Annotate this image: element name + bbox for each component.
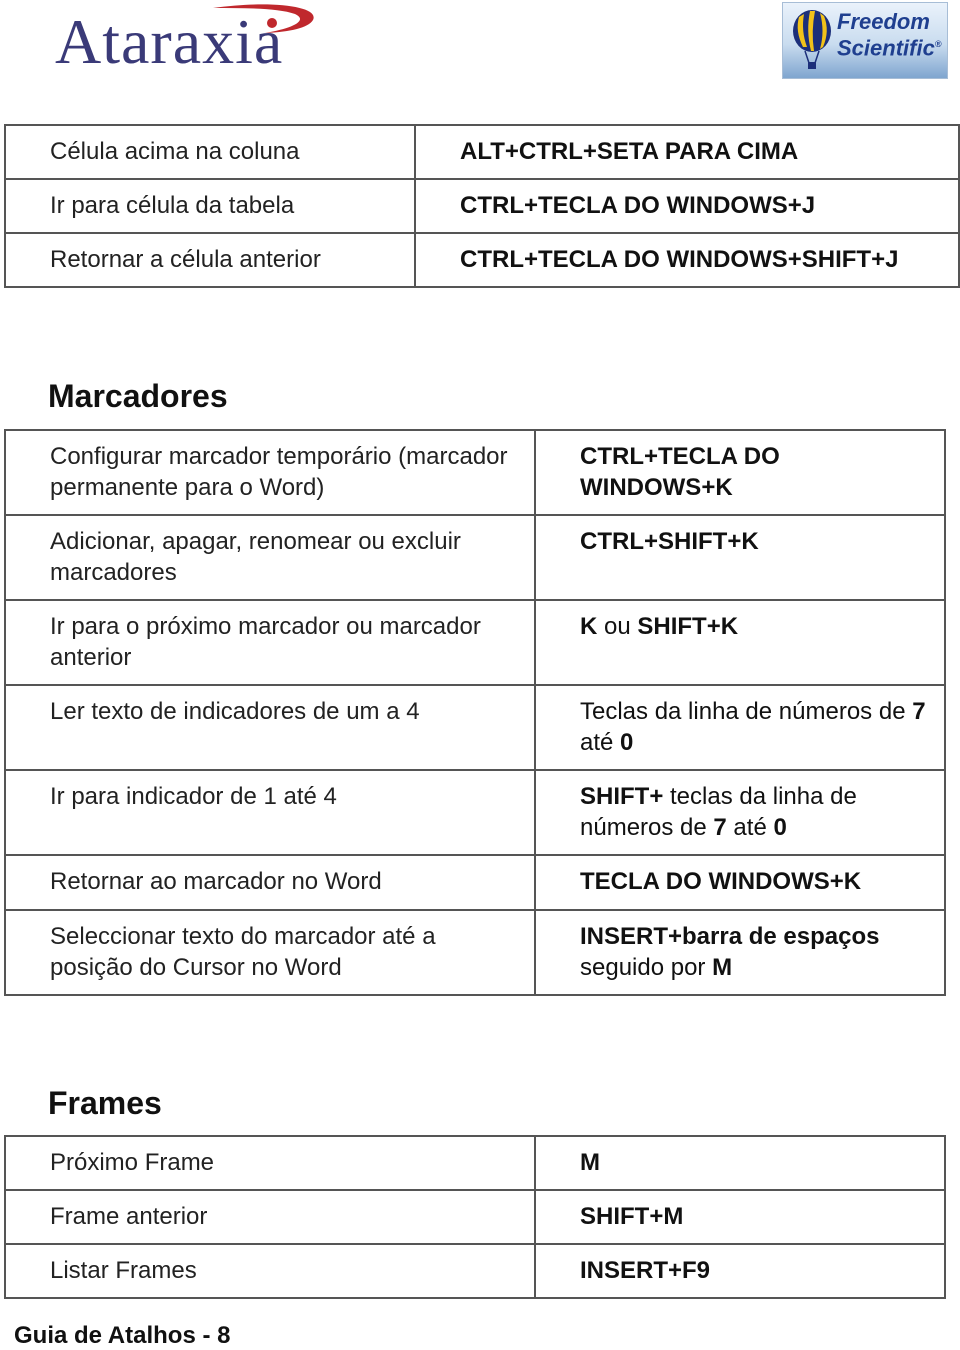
shortcut-keys: TECLA DO WINDOWS+K [534,854,946,911]
table-frames-shortcuts: Próximo Frame M Frame anterior SHIFT+M Lista… [4,1135,946,1299]
table-row: Frame anterior SHIFT+M [4,1189,946,1245]
table-row: Ir para célula da tabela CTRL+TECLA DO WI… [4,178,960,234]
table-navigation-shortcuts: Célula acima na coluna ALT+CTRL+SETA PARA… [4,124,960,288]
key-combo: CTRL+TECLA DO WINDOWS+J [460,192,816,219]
table-row: Ler texto de indicadores de um a 4 Teclas… [4,684,946,771]
page-footer: Guia de Atalhos - 8 [14,1322,231,1349]
key-combo: 0 [620,729,634,756]
key-combo: 7 [912,698,926,725]
table-row: Célula acima na coluna ALT+CTRL+SETA PARA… [4,124,960,180]
shortcut-keys: CTRL+TECLA DO WINDOWS+SHIFT+J [414,232,960,288]
key-combo: SHIFT+M [580,1203,684,1230]
shortcut-action: Retornar a célula anterior [4,232,416,288]
shortcut-action: Adicionar, apagar, renomear ou excluir m… [4,514,536,601]
key-combo: INSERT+F9 [580,1257,711,1284]
shortcut-keys: SHIFT+M [534,1189,946,1245]
shortcut-keys: INSERT+barra de espaços seguido por M [534,909,946,996]
section-title-marcadores: Marcadores [48,378,228,414]
freedom-logo-line1: Freedom [837,9,930,34]
key-combo: CTRL+TECLA DO WINDOWS+SHIFT+J [460,246,899,273]
shortcut-keys: SHIFT+ teclas da linha de números de 7 a… [534,769,946,856]
key-combo: CTRL+SHIFT+K [580,528,759,555]
shortcut-action: Ir para o próximo marcador ou marcador a… [4,599,536,686]
shortcut-keys: CTRL+TECLA DO WINDOWS+J [414,178,960,234]
shortcut-action: Configurar marcador temporário (marcador… [4,429,536,516]
key-combo: 0 [773,814,787,841]
shortcut-keys: M [534,1135,946,1191]
table-row: Listar Frames INSERT+F9 [4,1243,946,1299]
table-row: Configurar marcador temporário (marcador… [4,429,946,516]
shortcut-action: Ler texto de indicadores de um a 4 [4,684,536,771]
table-row: Ir para o próximo marcador ou marcador a… [4,599,946,686]
shortcut-action: Ir para indicador de 1 até 4 [4,769,536,856]
table-row: Adicionar, apagar, renomear ou excluir m… [4,514,946,601]
shortcut-action: Seleccionar texto do marcador até a posi… [4,909,536,996]
freedom-logo-line2: Scientific [837,35,935,61]
shortcut-keys: CTRL+SHIFT+K [534,514,946,601]
shortcut-action: Frame anterior [4,1189,536,1245]
shortcut-action: Ir para célula da tabela [4,178,416,234]
shortcut-keys: ALT+CTRL+SETA PARA CIMA [414,124,960,180]
key-combo: TECLA DO WINDOWS+K [580,868,862,895]
ataraxia-logo-text: Ataraxia [55,6,284,77]
key-combo: K [580,613,598,640]
shortcut-action: Próximo Frame [4,1135,536,1191]
table-marcadores-shortcuts: Configurar marcador temporário (marcador… [4,429,946,996]
key-combo: M [712,954,733,981]
key-text: Teclas da linha de números de [580,698,913,725]
shortcut-action: Listar Frames [4,1243,536,1299]
key-combo: M [580,1149,600,1176]
shortcut-action: Célula acima na coluna [4,124,416,180]
section-title-frames: Frames [48,1085,162,1121]
table-row: Seleccionar texto do marcador até a posi… [4,909,946,996]
table-row: Retornar ao marcador no Word TECLA DO WIN… [4,854,946,911]
table-row: Próximo Frame M [4,1135,946,1191]
shortcut-action: Retornar ao marcador no Word [4,854,536,911]
hot-air-balloon-icon [793,10,831,69]
key-text: ou [597,613,638,640]
key-combo: SHIFT+K [637,613,739,640]
key-combo: INSERT+barra de espaços [580,923,880,950]
table-row: Retornar a célula anterior CTRL+TECLA DO … [4,232,960,288]
key-text: seguido por [580,954,713,981]
shortcut-keys: INSERT+F9 [534,1243,946,1299]
ataraxia-logo: Ataraxia [50,0,330,80]
shortcut-keys: Teclas da linha de números de 7 até 0 [534,684,946,771]
shortcut-keys: CTRL+TECLA DO WINDOWS+K [534,429,946,516]
shortcut-keys: K ou SHIFT+K [534,599,946,686]
key-text: até [726,814,774,841]
key-combo: SHIFT+ [580,783,664,810]
key-combo: CTRL+TECLA DO WINDOWS+K [580,443,780,501]
freedom-scientific-logo: Freedom Scientific® [782,2,948,79]
key-combo: ALT+CTRL+SETA PARA CIMA [460,138,799,165]
registered-mark: ® [934,39,942,49]
key-text: até [580,729,621,756]
key-combo: 7 [713,814,727,841]
table-row: Ir para indicador de 1 até 4 SHIFT+ tecla… [4,769,946,856]
